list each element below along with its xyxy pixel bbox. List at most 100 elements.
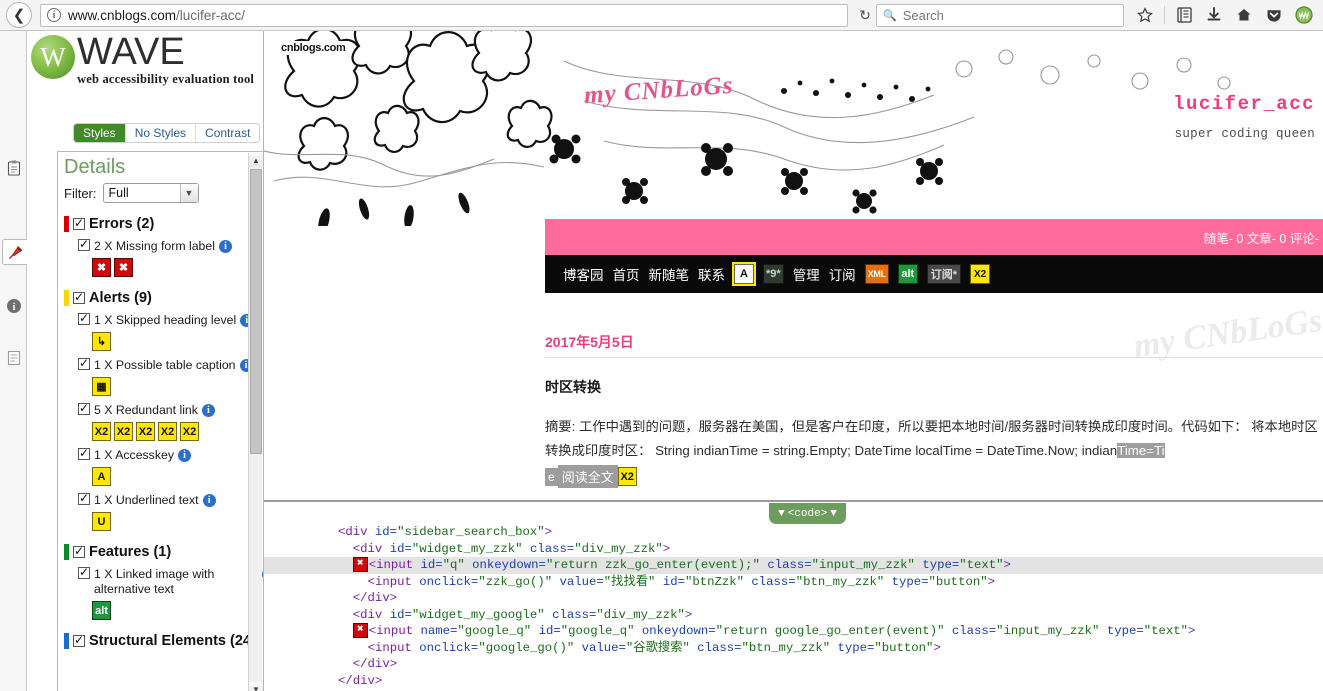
scroll-down-icon[interactable]: ▼ xyxy=(249,682,263,691)
tab-styles[interactable]: Styles xyxy=(74,124,126,142)
category-title: Features (1) xyxy=(89,544,172,560)
wave-marker-icon[interactable]: A xyxy=(92,467,111,486)
read-more-link[interactable]: 阅读全文 xyxy=(557,465,618,488)
redundant-link-badge-icon[interactable]: X2 xyxy=(617,467,637,486)
wave-marker-icon[interactable]: U xyxy=(92,512,111,531)
issue-item-row[interactable]: 1 X Possible table captioni xyxy=(78,356,263,373)
wave-marker-icon[interactable]: ▦ xyxy=(92,377,111,396)
details-scrollbar[interactable]: ▲ ▼ xyxy=(248,153,263,691)
address-bar[interactable]: i www.cnblogs.com/lucifer-acc/ xyxy=(40,3,848,27)
nav-wave-badge-icon[interactable]: 订阅* xyxy=(926,264,962,284)
nav-link[interactable]: 管理 xyxy=(793,264,820,284)
scrollbar-thumb[interactable] xyxy=(250,169,262,454)
nav-wave-badge-icon[interactable]: X2 xyxy=(970,264,991,284)
tab-no-styles[interactable]: No Styles xyxy=(126,124,197,142)
nav-link[interactable]: 新随笔 xyxy=(649,264,690,284)
category-header[interactable]: Errors (2) xyxy=(64,216,263,232)
issue-item-row[interactable]: 1 X Accesskeyi xyxy=(78,446,263,463)
wave-title: WAVE xyxy=(77,31,185,73)
filter-select[interactable]: Full ▼ xyxy=(102,183,199,203)
missing-form-label-marker-icon[interactable]: ✖ xyxy=(352,557,368,572)
wave-marker-icon[interactable]: X2 xyxy=(180,422,199,441)
nav-wave-badge-icon[interactable]: alt xyxy=(897,264,918,284)
category-checkbox[interactable] xyxy=(73,216,85,230)
code-source-lines[interactable]: <div id="sidebar_search_box"> <div id="wi… xyxy=(264,524,1323,691)
category-color-bar xyxy=(64,290,69,306)
wave-marker-icon[interactable]: X2 xyxy=(114,422,133,441)
wave-marker-icon[interactable]: X2 xyxy=(158,422,177,441)
issue-checkbox[interactable] xyxy=(78,491,90,505)
summary-icon[interactable] xyxy=(2,155,26,181)
reload-icon[interactable]: ↻ xyxy=(854,4,876,26)
url-text: www.cnblogs.com/lucifer-acc/ xyxy=(68,7,246,23)
structure-icon[interactable] xyxy=(2,345,26,371)
post-date: 2017年5月5日 xyxy=(545,334,634,350)
issue-item-row[interactable]: 2 X Missing form labeli xyxy=(78,237,263,254)
search-icon: 🔍 xyxy=(883,9,897,22)
issue-checkbox[interactable] xyxy=(78,356,90,370)
details-panel: Details Filter: Full ▼ Errors (2) 2 X Mis… xyxy=(57,151,263,691)
category-color-bar xyxy=(64,216,69,232)
wave-marker-icon[interactable]: ✖ xyxy=(114,258,133,277)
information-icon[interactable]: i xyxy=(2,293,26,319)
cnblogs-watermark: cnblogs.com xyxy=(278,41,349,55)
issue-item-row[interactable]: 1 X Underlined texti xyxy=(78,491,263,508)
tab-contrast[interactable]: Contrast xyxy=(196,124,259,142)
floral-banner-art: cnblogs.com my CNbLoGs xyxy=(264,31,1323,226)
category-header[interactable]: Structural Elements (24) xyxy=(64,633,263,649)
category-checkbox[interactable] xyxy=(73,290,85,304)
details-heading: Details xyxy=(64,156,126,178)
code-panel-toggle[interactable]: ▼ <code> ▼ xyxy=(769,503,846,524)
info-icon[interactable]: i xyxy=(218,240,232,253)
code-line: <div id="widget_my_google" class="div_my… xyxy=(264,607,1323,624)
scroll-up-icon[interactable]: ▲ xyxy=(249,153,263,167)
wave-extension-icon[interactable] xyxy=(1291,3,1317,27)
nav-link[interactable]: 博客园 xyxy=(563,264,604,284)
svg-text:i: i xyxy=(13,302,16,313)
missing-form-label-marker-icon[interactable]: ✖ xyxy=(352,623,368,638)
site-info-icon[interactable]: i xyxy=(47,8,61,22)
search-bar[interactable]: 🔍 Search xyxy=(876,3,1124,27)
nav-wave-badge-icon[interactable]: XML xyxy=(864,264,889,284)
issue-checkbox[interactable] xyxy=(78,401,90,415)
details-icon[interactable] xyxy=(2,239,28,265)
issue-checkbox[interactable] xyxy=(78,446,90,460)
wave-marker-icon[interactable]: X2 xyxy=(136,422,155,441)
wave-marker-icon[interactable]: ↳ xyxy=(92,332,111,351)
home-icon[interactable] xyxy=(1231,3,1257,27)
issue-checkbox[interactable] xyxy=(78,565,90,579)
category-checkbox[interactable] xyxy=(73,633,85,647)
toolbar-divider xyxy=(1164,6,1165,24)
pocket-icon[interactable] xyxy=(1261,3,1287,27)
wave-marker-icon[interactable]: ✖ xyxy=(92,258,111,277)
issue-item-row[interactable]: 1 X Skipped heading leveli xyxy=(78,311,263,328)
download-icon[interactable] xyxy=(1201,3,1227,27)
issue-label: 1 X Skipped heading level xyxy=(94,313,237,327)
category-title: Structural Elements (24) xyxy=(89,633,256,649)
issue-item-row[interactable]: 5 X Redundant linki xyxy=(78,401,263,418)
star-icon[interactable] xyxy=(1132,3,1158,27)
info-icon[interactable]: i xyxy=(201,404,215,417)
issue-checkbox[interactable] xyxy=(78,237,90,251)
issue-item: 2 X Missing form labeli ✖✖ xyxy=(78,237,263,277)
info-icon[interactable]: i xyxy=(177,449,191,462)
info-icon[interactable]: i xyxy=(202,494,216,507)
issue-checkbox[interactable] xyxy=(78,311,90,325)
post-title[interactable]: 时区转换 xyxy=(545,377,601,397)
back-arrow-icon[interactable]: ❮ xyxy=(6,2,32,28)
nav-link[interactable]: 联系 xyxy=(698,264,725,284)
blog-subtitle: super coding queen xyxy=(1174,127,1315,141)
nav-wave-badge-icon[interactable]: A xyxy=(732,262,756,286)
issue-item-row[interactable]: 1 X Linked image with alternative texti xyxy=(78,565,263,597)
nav-link[interactable]: 订阅 xyxy=(829,264,856,284)
wave-marker-icon[interactable]: alt xyxy=(92,601,111,620)
issue-label: 1 X Linked image with alternative text xyxy=(94,567,215,596)
category-header[interactable]: Features (1) xyxy=(64,544,263,560)
category-checkbox[interactable] xyxy=(73,544,85,558)
library-icon[interactable] xyxy=(1171,3,1197,27)
nav-wave-badge-icon[interactable]: *9* xyxy=(763,264,784,284)
nav-link[interactable]: 首页 xyxy=(613,264,640,284)
wave-marker-icon[interactable]: X2 xyxy=(92,422,111,441)
category-header[interactable]: Alerts (9) xyxy=(64,290,263,306)
category-color-bar xyxy=(64,544,69,560)
